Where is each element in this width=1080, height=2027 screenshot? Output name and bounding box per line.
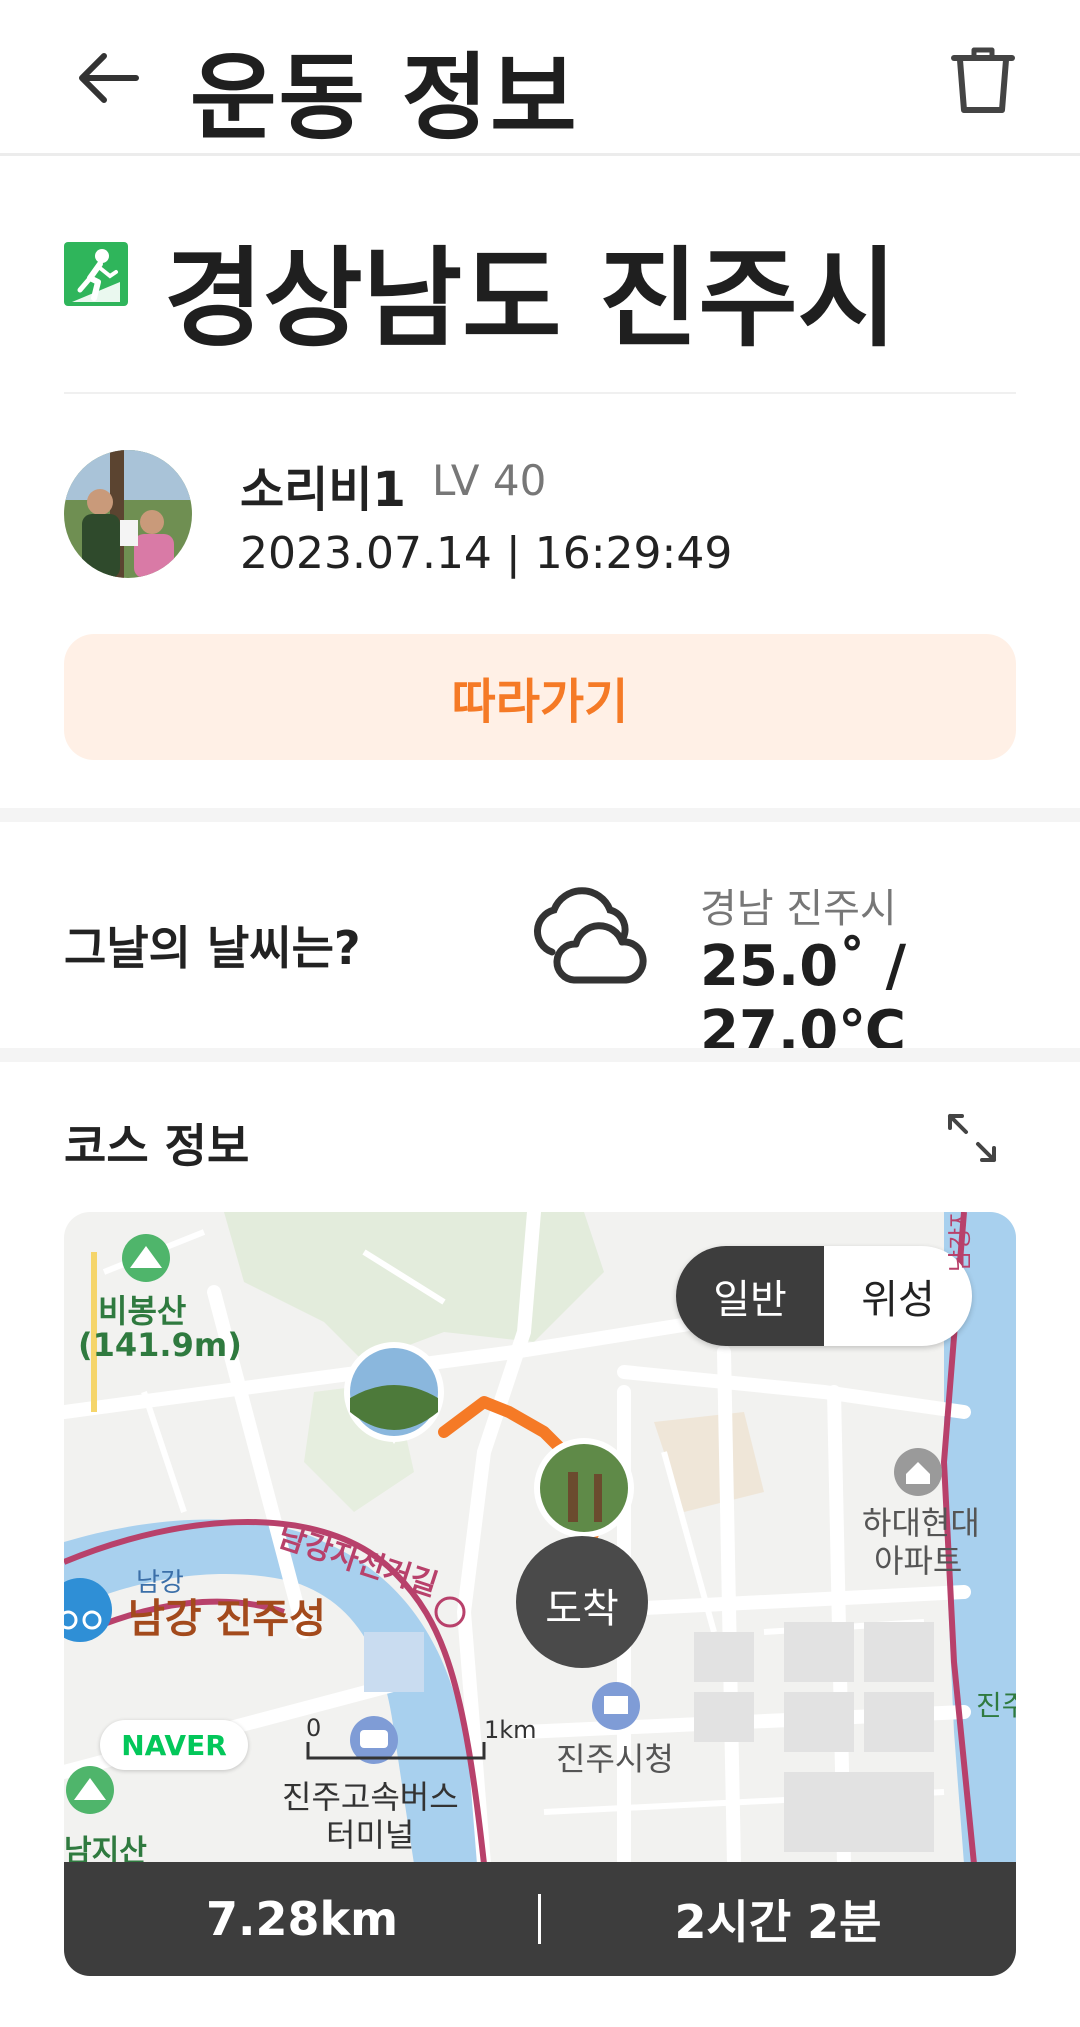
follow-button[interactable]: 따라가기 — [64, 634, 1016, 760]
map-label-right-edge: 진주 — [976, 1689, 1016, 1722]
user-level: LV 40 — [432, 456, 547, 505]
course-distance: 7.28km — [205, 1892, 399, 1946]
course-stats-bar: 7.28km 2시간 2분 — [64, 1862, 1016, 1976]
section-divider — [0, 808, 1080, 822]
arrow-left-icon[interactable] — [70, 40, 146, 116]
naver-logo: NAVER — [100, 1720, 248, 1770]
map-scale-km: 1km — [484, 1716, 537, 1744]
map-label-bottom-left-edge: 남지산 — [64, 1834, 147, 1864]
map-label-top-right-edge: 남강자전거길 — [940, 1212, 975, 1272]
map-label-castle: 남강 진주성 — [128, 1596, 326, 1642]
expand-icon[interactable] — [944, 1110, 1000, 1166]
avatar[interactable] — [64, 450, 192, 578]
map-scale-zero: 0 — [306, 1714, 322, 1742]
app-header: 운동 정보 — [0, 0, 1080, 156]
toggle-normal[interactable]: 일반 — [676, 1246, 824, 1346]
course-duration: 2시간 2분 — [674, 1895, 882, 1949]
course-map[interactable]: 일반 위성 비봉산 (141.9m) 남강자전거길 남강 남강 진주성 하대현대… — [64, 1212, 1016, 1864]
section-divider — [0, 1048, 1080, 1062]
arrival-marker-label: 도착 — [545, 1586, 619, 1632]
activity-place: 경상남도 진주시 — [164, 237, 898, 362]
user-name: 소리비1 — [240, 462, 406, 518]
map-label-city-hall: 진주시청 — [556, 1740, 674, 1778]
weather-location: 경남 진주시 — [700, 886, 897, 932]
map-label-apartment-2: 아파트 — [874, 1542, 963, 1580]
course-title: 코스 정보 — [64, 1119, 250, 1173]
trash-icon[interactable] — [950, 44, 1016, 116]
activity-datetime: 2023.07.14 | 16:29:49 — [240, 528, 733, 579]
hiking-icon — [64, 242, 128, 306]
map-type-toggle: 일반 위성 — [676, 1246, 972, 1346]
map-label-bus-terminal-2: 터미널 — [326, 1816, 415, 1854]
divider — [64, 392, 1016, 394]
weather-question: 그날의 날씨는? — [64, 921, 361, 975]
weather-temperature: 25.0˚ / 27.0℃ — [700, 934, 907, 1064]
page-title: 운동 정보 — [190, 44, 579, 153]
map-label-mountain-height: (141.9m) — [78, 1326, 242, 1364]
cloud-icon — [533, 887, 647, 984]
